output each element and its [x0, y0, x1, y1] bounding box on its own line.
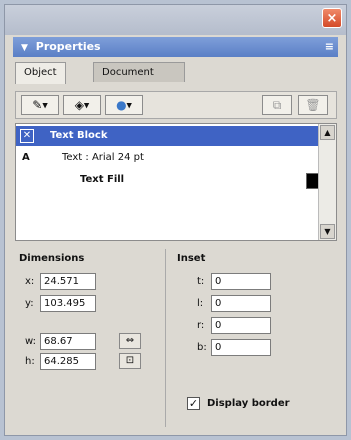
- lock-size-button[interactable]: ⊡: [119, 353, 141, 369]
- panel-title-bar[interactable]: ▼ Properties ≡: [13, 37, 338, 57]
- scroll-up-icon[interactable]: ▲: [320, 125, 335, 140]
- inset-b-field[interactable]: 0: [211, 339, 271, 356]
- attribute-list: ✕ Text Block A Text : Arial 24 pt Text F…: [15, 123, 337, 241]
- w-label: w:: [25, 336, 37, 347]
- duplicate-button[interactable]: ⧉: [262, 95, 292, 115]
- inset-heading: Inset: [177, 253, 206, 264]
- attribute-toolbar: ✎▼ ◈▼ ●▼ ⧉ 🗑: [15, 91, 337, 119]
- constrain-proportions-button[interactable]: ⇔: [119, 333, 141, 349]
- pencil-icon: ✎: [32, 98, 43, 112]
- paint-bucket-icon: ◈: [74, 98, 84, 112]
- list-item-text-block[interactable]: ✕ Text Block: [16, 126, 318, 146]
- add-effect-button[interactable]: ●▼: [105, 95, 143, 115]
- add-stroke-button[interactable]: ✎▼: [21, 95, 59, 115]
- inset-l-label: l:: [197, 298, 204, 309]
- inset-t-label: t:: [197, 276, 205, 287]
- x-label: x:: [25, 276, 35, 287]
- inset-l-field[interactable]: 0: [211, 295, 271, 312]
- display-border-label: Display border: [207, 398, 290, 409]
- trash-icon: 🗑: [305, 98, 321, 112]
- y-field[interactable]: 103.495: [40, 295, 96, 312]
- x-field[interactable]: 24.571: [40, 273, 96, 290]
- effects-icon: ●: [116, 98, 127, 112]
- collapse-arrow-icon[interactable]: ▼: [21, 43, 28, 53]
- type-icon: A: [22, 152, 30, 163]
- inset-r-label: r:: [197, 320, 205, 331]
- tab-document[interactable]: Document: [93, 62, 185, 82]
- h-field[interactable]: 64.285: [40, 353, 96, 370]
- h-label: h:: [25, 356, 35, 367]
- copy-icon: ⧉: [272, 98, 282, 112]
- list-item-label: Text : Arial 24 pt: [62, 152, 144, 163]
- list-item-label: Text Block: [50, 130, 108, 141]
- w-field[interactable]: 68.67: [40, 333, 96, 350]
- inset-t-field[interactable]: 0: [211, 273, 271, 290]
- panel-title: Properties: [35, 40, 101, 53]
- dimensions-heading: Dimensions: [19, 253, 85, 264]
- inset-r-field[interactable]: 0: [211, 317, 271, 334]
- delete-button[interactable]: 🗑: [298, 95, 328, 115]
- text-block-icon: ✕: [20, 129, 34, 143]
- list-item-text[interactable]: A Text : Arial 24 pt: [16, 148, 318, 168]
- section-divider: [165, 249, 166, 427]
- properties-panel: × ▼ Properties ≡ Object Document ✎▼ ◈▼ ●…: [4, 4, 347, 436]
- scroll-down-icon[interactable]: ▼: [320, 224, 335, 239]
- list-item-text-fill[interactable]: Text Fill: [16, 170, 322, 190]
- tab-strip: Object Document: [15, 62, 337, 84]
- close-button[interactable]: ×: [322, 8, 342, 28]
- list-item-label: Text Fill: [80, 174, 125, 185]
- inset-b-label: b:: [197, 342, 207, 353]
- window-top-bar: ×: [5, 5, 346, 35]
- add-fill-button[interactable]: ◈▼: [63, 95, 101, 115]
- display-border-checkbox[interactable]: ✓: [187, 397, 200, 410]
- list-scrollbar[interactable]: ▲ ▼: [318, 124, 336, 240]
- y-label: y:: [25, 298, 34, 309]
- tab-object[interactable]: Object: [15, 62, 66, 84]
- panel-menu-icon[interactable]: ≡: [325, 37, 334, 57]
